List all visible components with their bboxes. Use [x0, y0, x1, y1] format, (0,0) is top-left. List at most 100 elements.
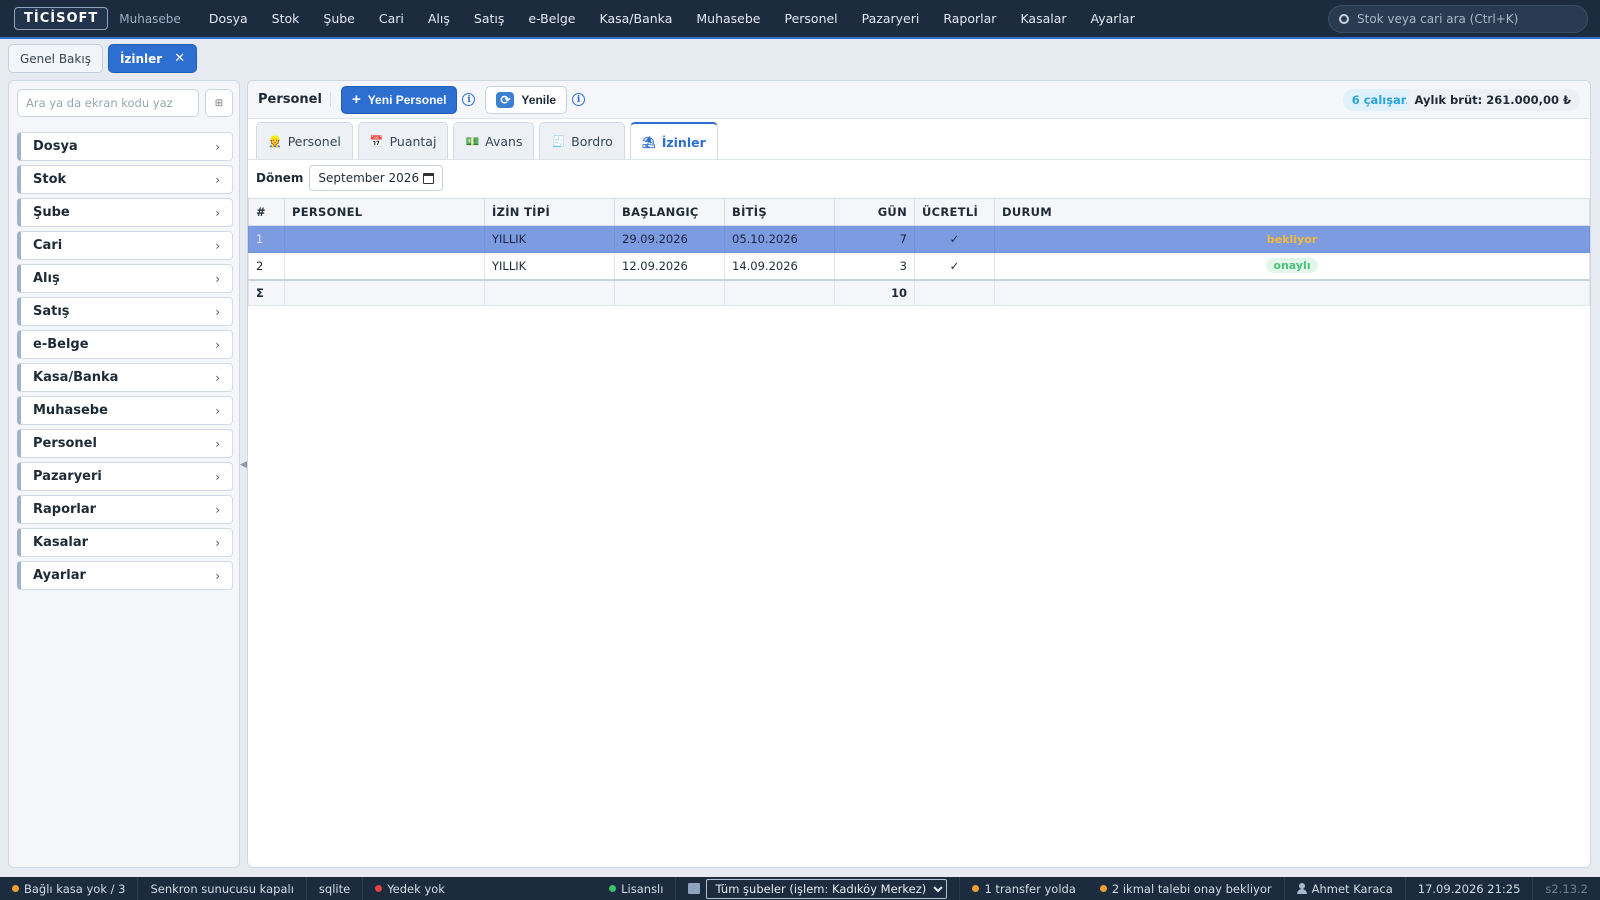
menu-kasa-banka[interactable]: Kasa/Banka — [588, 11, 685, 26]
table-header-row: # PERSONEL İZİN TİPİ BAŞLANGIÇ BİTİŞ GÜN… — [248, 198, 1590, 226]
menu-muhasebe[interactable]: Muhasebe — [684, 11, 772, 26]
menu-satis[interactable]: Satış — [462, 11, 516, 26]
menu-alis[interactable]: Alış — [416, 11, 462, 26]
sidebar-item-kasalar[interactable]: Kasalar › — [17, 528, 233, 557]
tab-bordro[interactable]: 🧾 Bordro — [539, 122, 625, 159]
app-logo[interactable]: TİCİSOFT — [14, 7, 109, 30]
chevron-right-icon: › — [215, 403, 220, 418]
sidebar-item-dosya[interactable]: Dosya › — [17, 132, 233, 161]
status-backup-text: Yedek yok — [387, 881, 445, 896]
menu-sube[interactable]: Şube — [311, 11, 366, 26]
column-header-durum[interactable]: DURUM — [994, 198, 1590, 226]
period-month-input[interactable]: September 2026 — [309, 165, 444, 191]
window-tab-genel-bakis[interactable]: Genel Bakış — [8, 44, 103, 73]
period-value: September 2026 — [318, 171, 420, 185]
top-bar: TİCİSOFT Muhasebe Dosya Stok Şube Cari A… — [0, 0, 1600, 39]
status-kasa[interactable]: Bağlı kasa yok / 3 — [0, 877, 139, 900]
menu-personel[interactable]: Personel — [772, 11, 849, 26]
chevron-right-icon: › — [215, 337, 220, 352]
sidebar-search-input[interactable] — [17, 89, 199, 117]
sidebar-item-cari[interactable]: Cari › — [17, 231, 233, 260]
column-header-bitis[interactable]: BİTİŞ — [724, 198, 835, 226]
row-number: 2 — [248, 252, 285, 280]
column-header-no[interactable]: # — [248, 198, 285, 226]
menu-dosya[interactable]: Dosya — [197, 11, 260, 26]
user-icon — [1296, 883, 1307, 894]
top-menu: Dosya Stok Şube Cari Alış Satış e-Belge … — [197, 11, 1147, 26]
app-module-name: Muhasebe — [119, 11, 181, 26]
global-search-input[interactable] — [1357, 12, 1577, 26]
new-personel-button[interactable]: + Yeni Personel — [340, 85, 458, 114]
warning-dot-icon — [972, 885, 980, 892]
sidebar-item-alis[interactable]: Alış › — [17, 264, 233, 293]
info-icon[interactable]: i — [572, 93, 586, 106]
status-version: s2.13.2 — [1533, 877, 1600, 900]
column-header-baslangic[interactable]: BAŞLANGIÇ — [614, 198, 725, 226]
tab-izinler[interactable]: ⛱ İzinler — [629, 122, 718, 160]
status-badge: bekliyor — [1259, 231, 1325, 247]
sidebar-item-satis[interactable]: Satış › — [17, 297, 233, 326]
menu-raporlar[interactable]: Raporlar — [931, 11, 1008, 26]
status-sync[interactable]: Senkron sunucusu kapalı — [138, 877, 307, 900]
sidebar-item-label: Personel — [33, 436, 97, 451]
menu-cari[interactable]: Cari — [367, 11, 416, 26]
refresh-button[interactable]: ⟳ Yenile — [485, 85, 568, 114]
sidebar-item-kasa-banka[interactable]: Kasa/Banka › — [17, 363, 233, 392]
new-personel-label: Yeni Personel — [367, 92, 447, 107]
sidebar-item-raporlar[interactable]: Raporlar › — [17, 495, 233, 524]
search-icon — [1339, 14, 1349, 24]
menu-kasalar[interactable]: Kasalar — [1008, 11, 1078, 26]
sum-cell — [994, 278, 1590, 306]
branch-select[interactable]: Tüm şubeler (işlem: Kadıköy Merkez) — [706, 878, 948, 899]
refresh-label: Yenile — [521, 92, 557, 107]
tab-avans[interactable]: 💵 Avans — [453, 122, 535, 159]
close-icon[interactable]: ✕ — [174, 51, 185, 66]
cell-durum: onaylı — [994, 252, 1590, 280]
status-transfer[interactable]: 1 transfer yolda — [960, 877, 1087, 900]
chevron-right-icon: › — [215, 205, 220, 220]
beach-icon: ⛱ — [641, 135, 656, 149]
column-header-izin-tipi[interactable]: İZİN TİPİ — [484, 198, 615, 226]
chevron-right-icon: › — [215, 304, 220, 319]
sidebar-item-pazaryeri[interactable]: Pazaryeri › — [17, 462, 233, 491]
table-row[interactable]: 2 YILLIK 12.09.2026 14.09.2026 3 ✓ onayl… — [248, 252, 1590, 280]
sidebar-item-label: Şube — [33, 205, 70, 220]
column-header-gun[interactable]: GÜN — [834, 198, 915, 226]
status-license[interactable]: Lisanslı — [597, 877, 677, 900]
sidebar-collapse-handle[interactable]: ◀ — [240, 460, 247, 470]
status-backup[interactable]: Yedek yok — [363, 877, 457, 900]
cell-personel — [284, 225, 485, 253]
main-panel: Personel + Yeni Personel i ⟳ Yenile i 6 … — [247, 80, 1591, 868]
money-icon: 💵 — [465, 134, 480, 148]
window-tab-izinler[interactable]: İzinler ✕ — [107, 44, 198, 73]
grid-icon[interactable]: ⊞ — [205, 89, 233, 117]
sidebar-item-personel[interactable]: Personel › — [17, 429, 233, 458]
row-number: 1 — [248, 225, 285, 253]
tab-personel[interactable]: 👷 Personel — [256, 122, 353, 159]
error-dot-icon — [375, 885, 383, 892]
tab-puantaj[interactable]: 📅 Puantaj — [357, 122, 449, 159]
info-icon[interactable]: i — [462, 93, 476, 106]
calendar-icon[interactable] — [423, 172, 435, 184]
menu-ayarlar[interactable]: Ayarlar — [1079, 11, 1147, 26]
cell-baslangic: 12.09.2026 — [614, 252, 725, 280]
sidebar-item-sube[interactable]: Şube › — [17, 198, 233, 227]
status-ikmal[interactable]: 2 ikmal talebi onay bekliyor — [1088, 877, 1285, 900]
status-user[interactable]: Ahmet Karaca — [1285, 877, 1406, 900]
tab-divider — [248, 159, 1590, 160]
sidebar-item-ayarlar[interactable]: Ayarlar › — [17, 561, 233, 590]
menu-pazaryeri[interactable]: Pazaryeri — [850, 11, 932, 26]
sidebar-item-stok[interactable]: Stok › — [17, 165, 233, 194]
status-transfer-text: 1 transfer yolda — [984, 881, 1076, 896]
status-db-text: sqlite — [318, 881, 351, 896]
sidebar-item-e-belge[interactable]: e-Belge › — [17, 330, 233, 359]
menu-stok[interactable]: Stok — [260, 11, 312, 26]
column-header-personel[interactable]: PERSONEL — [284, 198, 485, 226]
sidebar-menu: Dosya › Stok › Şube › Cari › Alış › Satış › e-… — [17, 132, 233, 594]
table-row[interactable]: 1 YILLIK 29.09.2026 05.10.2026 7 ✓ bekli… — [248, 225, 1590, 253]
sidebar-item-muhasebe[interactable]: Muhasebe › — [17, 396, 233, 425]
column-header-ucretli[interactable]: ÜCRETLİ — [914, 198, 995, 226]
status-bar: Bağlı kasa yok / 3 Senkron sunucusu kapa… — [0, 877, 1600, 900]
cell-bitis: 05.10.2026 — [724, 225, 835, 253]
menu-e-belge[interactable]: e-Belge — [516, 11, 587, 26]
